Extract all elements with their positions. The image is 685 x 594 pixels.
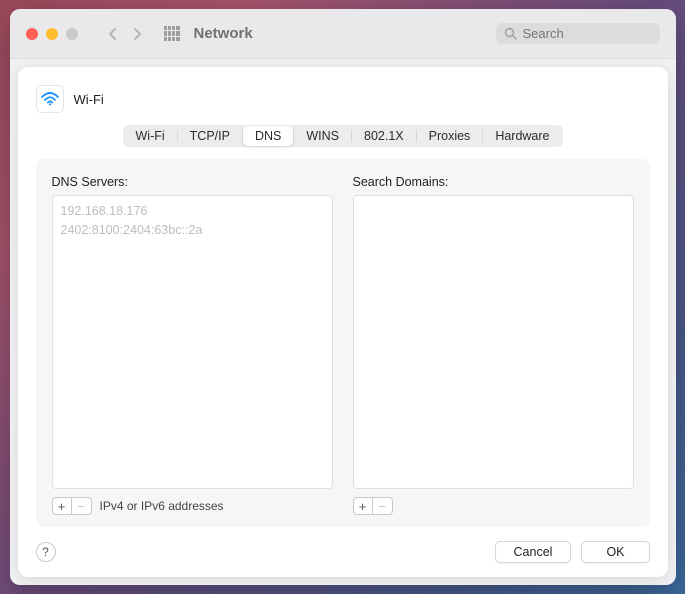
advanced-sheet: Wi-Fi Wi-Fi TCP/IP DNS WINS 802.1X Proxi… [18, 67, 668, 577]
close-button[interactable] [26, 28, 38, 40]
minimize-button[interactable] [46, 28, 58, 40]
list-item[interactable]: 192.168.18.176 [61, 202, 324, 221]
cancel-button[interactable]: Cancel [495, 541, 572, 563]
window-title: Network [194, 25, 253, 42]
zoom-button[interactable] [66, 28, 78, 40]
show-all-icon[interactable] [164, 26, 180, 42]
forward-button[interactable] [126, 22, 150, 46]
sheet-footer: ? Cancel OK [36, 541, 650, 563]
back-button[interactable] [100, 22, 124, 46]
dns-servers-list[interactable]: 192.168.18.176 2402:8100:2404:63bc::2a [52, 195, 333, 489]
dns-servers-label: DNS Servers: [52, 175, 333, 189]
search-field[interactable] [496, 23, 660, 44]
wifi-icon [36, 85, 64, 113]
search-input[interactable] [523, 26, 643, 41]
ok-button[interactable]: OK [581, 541, 649, 563]
add-domain-button[interactable]: + [353, 497, 373, 515]
help-button[interactable]: ? [36, 542, 56, 562]
list-item[interactable]: 2402:8100:2404:63bc::2a [61, 221, 324, 240]
sheet-header: Wi-Fi [36, 85, 650, 113]
preferences-window: Network Wi-Fi Wi-Fi TCP/IP DNS WINS 802.… [10, 9, 676, 585]
titlebar: Network [10, 9, 676, 59]
tab-wifi[interactable]: Wi-Fi [124, 126, 177, 146]
remove-dns-button[interactable]: − [72, 497, 92, 515]
dns-servers-column: DNS Servers: 192.168.18.176 2402:8100:24… [52, 175, 333, 515]
search-domains-list[interactable] [353, 195, 634, 489]
search-domains-controls: + − [353, 497, 634, 515]
nav-buttons [100, 22, 150, 46]
tab-proxies[interactable]: Proxies [417, 126, 483, 146]
tab-wins[interactable]: WINS [294, 126, 351, 146]
search-icon [504, 27, 517, 40]
dns-panel: DNS Servers: 192.168.18.176 2402:8100:24… [36, 159, 650, 527]
remove-domain-button[interactable]: − [373, 497, 393, 515]
footer-buttons: Cancel OK [495, 541, 650, 563]
tab-hardware[interactable]: Hardware [483, 126, 561, 146]
tab-dns[interactable]: DNS [243, 126, 293, 146]
tab-8021x[interactable]: 802.1X [352, 126, 416, 146]
dns-add-remove-group: + − [52, 497, 92, 515]
tab-bar: Wi-Fi TCP/IP DNS WINS 802.1X Proxies Har… [36, 125, 650, 147]
search-domains-column: Search Domains: + − [353, 175, 634, 515]
dns-hint: IPv4 or IPv6 addresses [100, 499, 224, 513]
search-domains-label: Search Domains: [353, 175, 634, 189]
add-dns-button[interactable]: + [52, 497, 72, 515]
domain-add-remove-group: + − [353, 497, 393, 515]
dns-servers-controls: + − IPv4 or IPv6 addresses [52, 497, 333, 515]
network-name: Wi-Fi [74, 92, 104, 107]
tab-segment: Wi-Fi TCP/IP DNS WINS 802.1X Proxies Har… [123, 125, 563, 147]
traffic-lights [26, 28, 78, 40]
tab-tcpip[interactable]: TCP/IP [178, 126, 242, 146]
